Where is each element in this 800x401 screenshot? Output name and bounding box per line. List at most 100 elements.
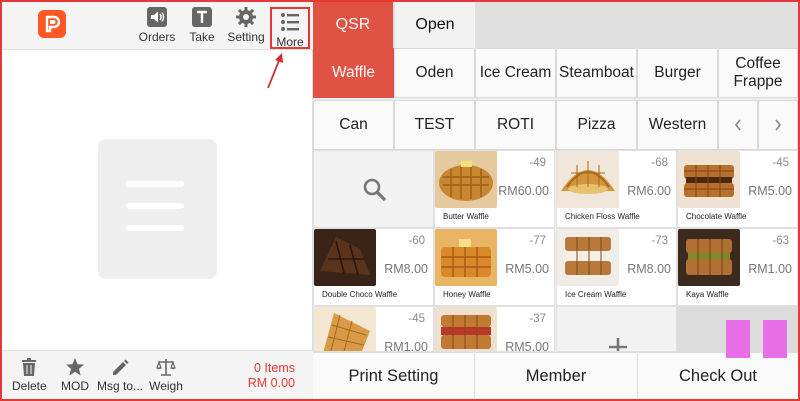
item-price: RM5.00 (748, 184, 792, 198)
take-button[interactable]: Take (184, 6, 220, 48)
item-discount: -49 (529, 157, 546, 169)
chevron-left-icon (734, 119, 741, 131)
list-icon (281, 13, 299, 31)
menu-item-kaya-waffle[interactable]: -63 RM1.00 Kaya Waffle (677, 228, 798, 306)
setting-label: Setting (227, 30, 265, 44)
message-button[interactable]: Msg to... (96, 357, 144, 393)
more-button[interactable]: More (270, 7, 310, 49)
mod-label: MOD (61, 379, 89, 393)
setting-button[interactable]: Setting (224, 6, 268, 48)
take-label: Take (189, 30, 215, 44)
ice-cream-waffle-image (557, 229, 619, 286)
member-button[interactable]: Member (475, 353, 638, 400)
scale-icon (156, 359, 176, 376)
category-roti[interactable]: ROTI (475, 100, 556, 150)
item-name: Ice Cream Waffle (565, 290, 627, 299)
tab-qsr[interactable]: QSR (313, 2, 393, 48)
menu-item-waffle-9[interactable]: -37 RM5.00 (434, 306, 555, 352)
item-name: Kaya Waffle (686, 290, 729, 299)
mod-button[interactable]: MOD (60, 357, 90, 393)
logo-icon (45, 15, 61, 33)
category-coffee-frappe[interactable]: Coffee Frappe (718, 48, 798, 98)
category-waffle[interactable]: Waffle (313, 48, 394, 98)
order-totals: 0 Items RM 0.00 (248, 361, 295, 391)
search-item-button[interactable] (313, 150, 434, 228)
category-steamboat[interactable]: Steamboat (556, 48, 637, 98)
item-name: Chocolate Waffle (686, 212, 747, 221)
order-total: RM 0.00 (247, 376, 295, 390)
items-count: 0 Items (254, 361, 295, 375)
butter-waffle-image (435, 151, 497, 208)
item-discount: -45 (408, 313, 425, 325)
action-bar: Print Setting Member Check Out (313, 352, 798, 400)
category-next-button[interactable] (758, 100, 798, 150)
delete-button[interactable]: Delete (12, 357, 47, 393)
checkout-button[interactable]: Check Out (638, 353, 798, 400)
pink-marker-left (726, 320, 750, 358)
category-pizza[interactable]: Pizza (556, 100, 637, 150)
menu-item-chicken-floss-waffle[interactable]: -68 RM6.00 Chicken Floss Waffle (556, 150, 677, 228)
chocolate-waffle-image (678, 151, 740, 208)
waffle-image (435, 307, 497, 351)
chevron-right-icon (775, 119, 782, 131)
category-test[interactable]: TEST (394, 100, 475, 150)
category-ice-cream[interactable]: Ice Cream (475, 48, 556, 98)
item-discount: -63 (772, 235, 789, 247)
delete-label: Delete (12, 379, 47, 393)
item-price: RM5.00 (505, 340, 549, 352)
menu-item-honey-waffle[interactable]: -77 RM5.00 Honey Waffle (434, 228, 555, 306)
category-prev-button[interactable] (718, 100, 758, 150)
annotation-arrow (267, 53, 283, 89)
category-western[interactable]: Western (637, 100, 718, 150)
item-name: Double Choco Waffle (322, 290, 398, 299)
item-name: Honey Waffle (443, 290, 491, 299)
item-price: RM8.00 (384, 262, 428, 276)
double-choco-waffle-image (314, 229, 376, 286)
item-price: RM5.00 (505, 262, 549, 276)
add-item-button[interactable] (556, 306, 677, 352)
item-name: Chicken Floss Waffle (565, 212, 640, 221)
item-discount: -37 (529, 313, 546, 325)
tab-bar: QSR Open Table (313, 2, 798, 79)
pink-marker-right (763, 320, 787, 358)
item-discount: -60 (408, 235, 425, 247)
category-can[interactable]: Can (313, 100, 394, 150)
speaker-icon (147, 7, 167, 27)
kaya-waffle-image (678, 229, 740, 286)
item-discount: -77 (529, 235, 546, 247)
weigh-label: Weigh (149, 379, 183, 393)
menu-item-ice-cream-waffle[interactable]: -73 RM8.00 Ice Cream Waffle (556, 228, 677, 306)
menu-item-double-choco-waffle[interactable]: -60 RM8.00 Double Choco Waffle (313, 228, 434, 306)
search-icon (363, 178, 387, 202)
menu-panel: QSR Open Table Waffle Oden Ice Cream Ste… (313, 2, 798, 400)
category-burger[interactable]: Burger (637, 48, 718, 98)
item-discount: -45 (772, 157, 789, 169)
top-toolbar: Orders Take Setting More (2, 2, 313, 50)
orders-label: Orders (138, 30, 176, 44)
star-icon (66, 358, 84, 376)
tab-open-table[interactable]: Open Table (395, 2, 475, 79)
empty-order-document-icon (98, 139, 217, 279)
item-discount: -73 (651, 235, 668, 247)
item-price: RM1.00 (748, 262, 792, 276)
waffle-image (314, 307, 376, 351)
bottom-toolbar: Delete MOD Msg to... Weigh 0 Items RM 0.… (2, 350, 313, 399)
app-logo[interactable] (38, 10, 66, 38)
menu-item-chocolate-waffle[interactable]: -45 RM5.00 Chocolate Waffle (677, 150, 798, 228)
category-oden[interactable]: Oden (394, 48, 475, 98)
take-icon (192, 7, 212, 27)
pencil-icon (113, 359, 129, 375)
print-setting-button[interactable]: Print Setting (313, 353, 475, 400)
item-price: RM60.00 (498, 184, 549, 198)
gear-icon (236, 7, 256, 27)
message-label: Msg to... (96, 379, 143, 393)
weigh-button[interactable]: Weigh (148, 357, 184, 393)
menu-item-waffle-8[interactable]: -45 RM1.00 (313, 306, 434, 352)
more-label: More (276, 35, 304, 49)
item-name: Butter Waffle (443, 212, 489, 221)
item-price: RM1.00 (384, 340, 428, 352)
menu-item-butter-waffle[interactable]: -49 RM60.00 Butter Waffle (434, 150, 555, 228)
plus-icon (609, 338, 627, 351)
orders-button[interactable]: Orders (136, 6, 178, 48)
chicken-floss-waffle-image (557, 151, 619, 208)
